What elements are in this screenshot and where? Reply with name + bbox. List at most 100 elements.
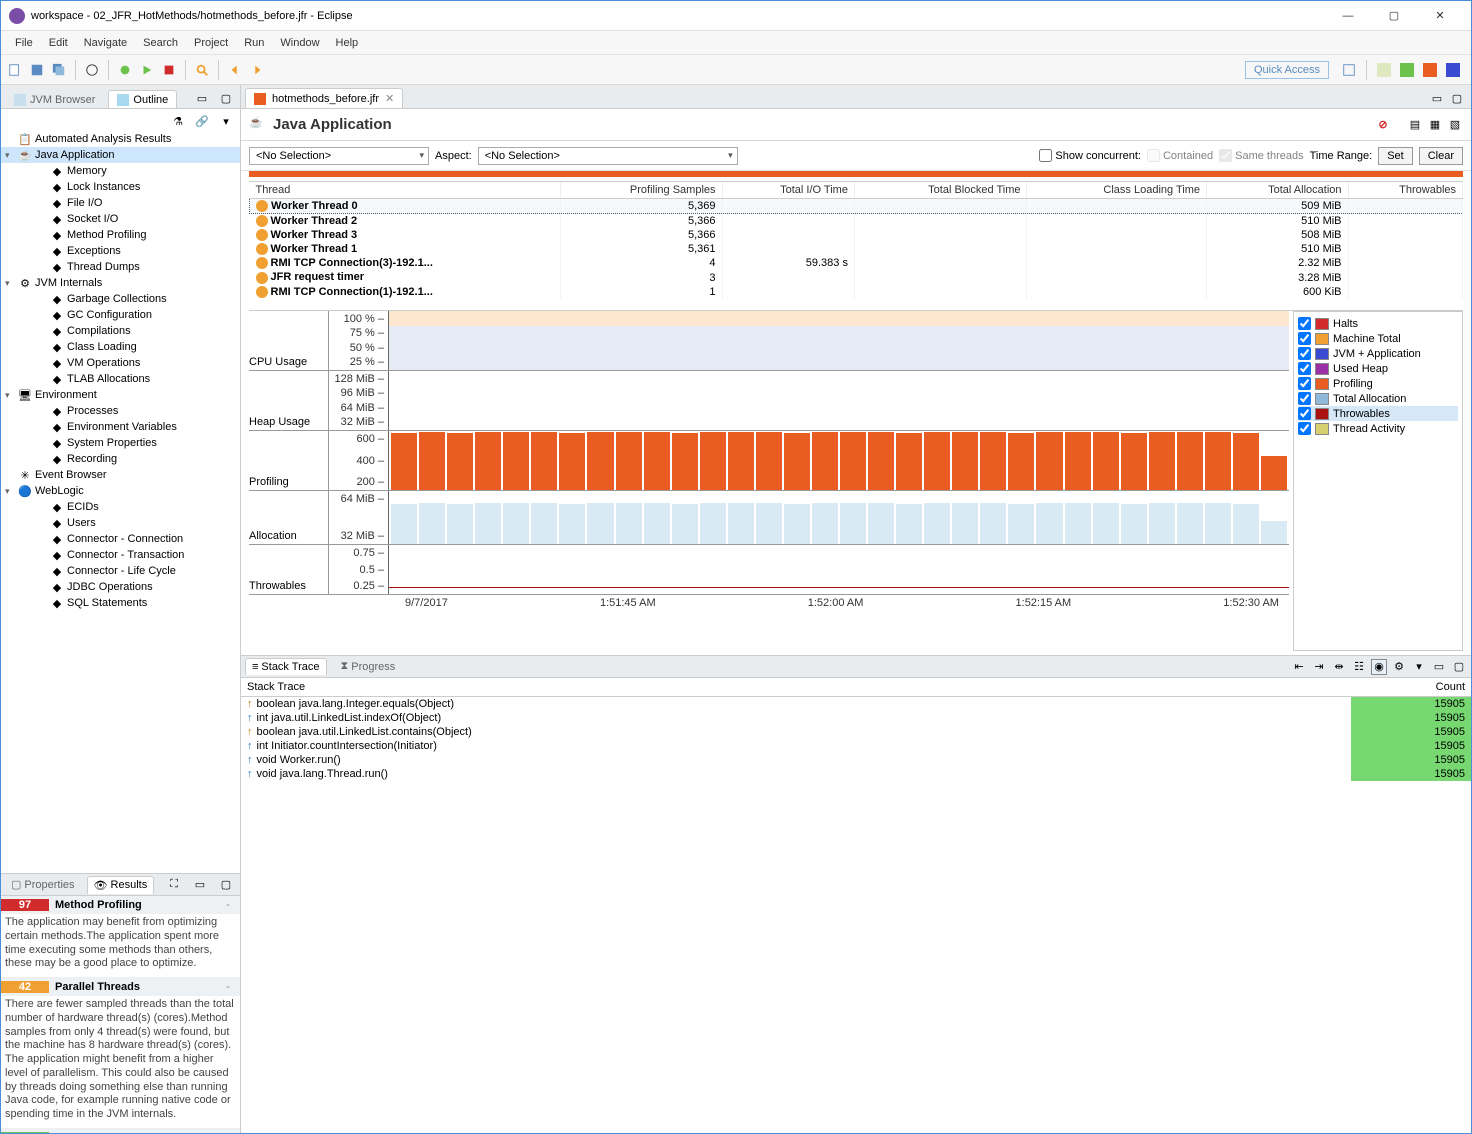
view-maximize-icon[interactable]: ▢ (216, 88, 236, 108)
menu-search[interactable]: Search (135, 37, 186, 49)
table-row[interactable]: Worker Thread 25,366510 MiB (250, 214, 1463, 229)
legend-item[interactable]: Halts (1298, 316, 1458, 331)
tree-weblogic[interactable]: ▾🔵WebLogic (1, 483, 240, 499)
table-row[interactable]: RMI TCP Connection(1)-192.1...1600 KiB (250, 285, 1463, 299)
tree-jvm-internals[interactable]: ▾⚙JVM Internals (1, 275, 240, 291)
menu-window[interactable]: Window (272, 37, 327, 49)
results-filter-icon[interactable]: ⛶ (164, 875, 184, 895)
run-icon[interactable] (137, 60, 157, 80)
legend-item[interactable]: Throwables (1298, 406, 1458, 421)
editor-tab[interactable]: hotmethods_before.jfr ✕ (245, 88, 403, 108)
progress-tab[interactable]: ⧗ Progress (335, 658, 402, 675)
tree-event-browser[interactable]: ✳Event Browser (1, 467, 240, 483)
selection-combo[interactable]: <No Selection> (249, 147, 429, 165)
debug-icon[interactable] (115, 60, 135, 80)
st-prev-icon[interactable]: ⇤ (1291, 659, 1307, 675)
tree-item[interactable]: ◆Method Profiling (1, 227, 240, 243)
menu-run[interactable]: Run (236, 37, 272, 49)
results-tab[interactable]: 👁 Results (87, 876, 155, 894)
properties-tab[interactable]: ▢ Properties (5, 876, 81, 893)
tree-item[interactable]: ◆Processes (1, 403, 240, 419)
aspect-combo[interactable]: <No Selection> (478, 147, 738, 165)
legend-item[interactable]: Thread Activity (1298, 421, 1458, 436)
menu-dropdown-icon[interactable]: ▾ (216, 111, 236, 131)
menu-help[interactable]: Help (328, 37, 367, 49)
saveall-icon[interactable] (49, 60, 69, 80)
legend-item[interactable]: Total Allocation (1298, 391, 1458, 406)
table-row[interactable]: RMI TCP Connection(3)-192.1...459.383 s2… (250, 256, 1463, 270)
results-max-icon[interactable]: ▢ (216, 875, 236, 895)
close-button[interactable]: ✕ (1417, 2, 1463, 30)
outline-tree[interactable]: 📋Automated Analysis Results ▾☕Java Appli… (1, 129, 240, 873)
tree-item[interactable]: ◆Memory (1, 163, 240, 179)
tree-item[interactable]: ◆ECIDs (1, 499, 240, 515)
table-row[interactable]: Worker Thread 15,361510 MiB (250, 242, 1463, 256)
st-group-icon[interactable]: ⇹ (1331, 659, 1347, 675)
open-perspective-icon[interactable] (1339, 60, 1359, 80)
frame-col[interactable]: Stack Trace (241, 678, 1351, 697)
stacktrace-tab[interactable]: ≡ Stack Trace (245, 658, 327, 675)
view-minimize-icon[interactable]: ▭ (192, 88, 212, 108)
menu-file[interactable]: File (7, 37, 41, 49)
tree-item[interactable]: ◆Lock Instances (1, 179, 240, 195)
count-col[interactable]: Count (1351, 678, 1471, 697)
persp3-icon[interactable] (1420, 60, 1440, 80)
st-menu-icon[interactable]: ▾ (1411, 659, 1427, 675)
back-icon[interactable] (225, 60, 245, 80)
stack-frame-row[interactable]: ↑void Worker.run()15905 (241, 753, 1471, 767)
layout1-icon[interactable]: ▤ (1407, 117, 1423, 133)
tree-item[interactable]: ◆TLAB Allocations (1, 371, 240, 387)
tree-item[interactable]: ◆System Properties (1, 435, 240, 451)
legend-item[interactable]: Used Heap (1298, 361, 1458, 376)
legend-item[interactable]: Machine Total (1298, 331, 1458, 346)
editor-max-icon[interactable]: ▢ (1447, 88, 1467, 108)
layout3-icon[interactable]: ▧ (1447, 117, 1463, 133)
menu-edit[interactable]: Edit (41, 37, 76, 49)
tree-item[interactable]: ◆Thread Dumps (1, 259, 240, 275)
tree-item[interactable]: ◆File I/O (1, 195, 240, 211)
persp2-icon[interactable] (1397, 60, 1417, 80)
st-max-icon[interactable]: ▢ (1451, 659, 1467, 675)
stack-frame-row[interactable]: ↑int java.util.LinkedList.indexOf(Object… (241, 711, 1471, 725)
tree-item[interactable]: ◆Users (1, 515, 240, 531)
table-row[interactable]: JFR request timer33.28 MiB (250, 270, 1463, 284)
clear-button[interactable]: Clear (1419, 147, 1463, 165)
chart-legend[interactable]: Halts Machine Total JVM + Application Us… (1293, 311, 1463, 651)
tree-item[interactable]: ◆Recording (1, 451, 240, 467)
stack-frame-row[interactable]: ↑boolean java.util.LinkedList.contains(O… (241, 725, 1471, 739)
tree-item[interactable]: ◆VM Operations (1, 355, 240, 371)
set-button[interactable]: Set (1378, 147, 1413, 165)
tree-item[interactable]: ◆Connector - Transaction (1, 547, 240, 563)
tree-item[interactable]: ◆Class Loading (1, 339, 240, 355)
legend-item[interactable]: JVM + Application (1298, 346, 1458, 361)
stack-frame-row[interactable]: ↑int Initiator.countIntersection(Initiat… (241, 739, 1471, 753)
st-min-icon[interactable]: ▭ (1431, 659, 1447, 675)
tree-item[interactable]: ◆Connector - Connection (1, 531, 240, 547)
tree-item[interactable]: ◆SQL Statements (1, 595, 240, 611)
tree-item[interactable]: ◆Socket I/O (1, 211, 240, 227)
ext-tools-icon[interactable] (159, 60, 179, 80)
quick-access[interactable]: Quick Access (1245, 61, 1329, 79)
table-row[interactable]: Worker Thread 05,369509 MiB (250, 199, 1463, 214)
tree-environment[interactable]: ▾🖥Environment (1, 387, 240, 403)
globe-icon[interactable] (82, 60, 102, 80)
thread-table[interactable]: ThreadProfiling SamplesTotal I/O TimeTot… (249, 181, 1463, 311)
save-icon[interactable] (27, 60, 47, 80)
stack-frame-row[interactable]: ↑boolean java.lang.Integer.equals(Object… (241, 697, 1471, 712)
stack-frame-row[interactable]: ↑void java.lang.Thread.run()15905 (241, 767, 1471, 781)
forward-icon[interactable] (247, 60, 267, 80)
outline-tab[interactable]: Outline (108, 90, 177, 108)
tree-item[interactable]: ◆Environment Variables (1, 419, 240, 435)
st-flame-icon[interactable]: ◉ (1371, 659, 1387, 675)
legend-item[interactable]: Profiling (1298, 376, 1458, 391)
jvm-browser-tab[interactable]: JVM Browser (5, 90, 104, 108)
results-min-icon[interactable]: ▭ (190, 875, 210, 895)
st-next-icon[interactable]: ⇥ (1311, 659, 1327, 675)
search-icon[interactable] (192, 60, 212, 80)
tree-item[interactable]: ◆Connector - Life Cycle (1, 563, 240, 579)
table-row[interactable]: Worker Thread 35,366508 MiB (250, 228, 1463, 242)
editor-min-icon[interactable]: ▭ (1427, 88, 1447, 108)
show-concurrent-check[interactable]: Show concurrent: (1039, 149, 1141, 162)
tree-item[interactable]: ◆JDBC Operations (1, 579, 240, 595)
tree-automated-results[interactable]: 📋Automated Analysis Results (1, 131, 240, 147)
